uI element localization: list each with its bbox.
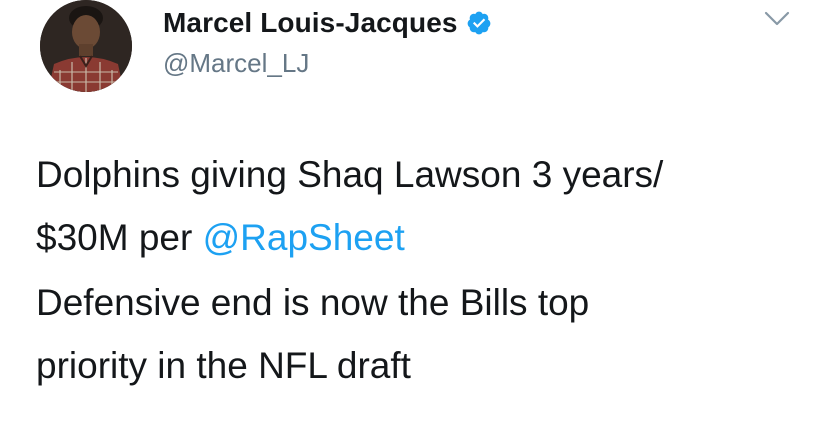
- avatar-photo: [40, 0, 132, 92]
- tweet-card: Marcel Louis-Jacques @Marcel_LJ Dolphins…: [0, 0, 828, 425]
- tweet-paragraph-1: Dolphins giving Shaq Lawson 3 years/ $30…: [36, 143, 806, 269]
- mention-link[interactable]: @RapSheet: [203, 217, 405, 258]
- tweet-text-line: Dolphins giving Shaq Lawson 3 years/: [36, 154, 664, 195]
- author-display-name[interactable]: Marcel Louis-Jacques: [163, 7, 458, 39]
- tweet-header: Marcel Louis-Jacques @Marcel_LJ: [163, 4, 708, 79]
- tweet-paragraph-2: Defensive end is now the Bills top prior…: [36, 271, 806, 397]
- tweet-body: Dolphins giving Shaq Lawson 3 years/ $30…: [36, 143, 806, 397]
- tweet-text-line: Defensive end is now the Bills top: [36, 282, 590, 323]
- chevron-down-icon[interactable]: [762, 8, 792, 30]
- tweet-text-line: $30M per: [36, 217, 203, 258]
- author-handle[interactable]: @Marcel_LJ: [163, 48, 708, 79]
- verified-badge-icon: [466, 10, 492, 36]
- author-avatar[interactable]: [40, 0, 132, 92]
- name-row: Marcel Louis-Jacques: [163, 4, 708, 42]
- tweet-text-line: priority in the NFL draft: [36, 345, 411, 386]
